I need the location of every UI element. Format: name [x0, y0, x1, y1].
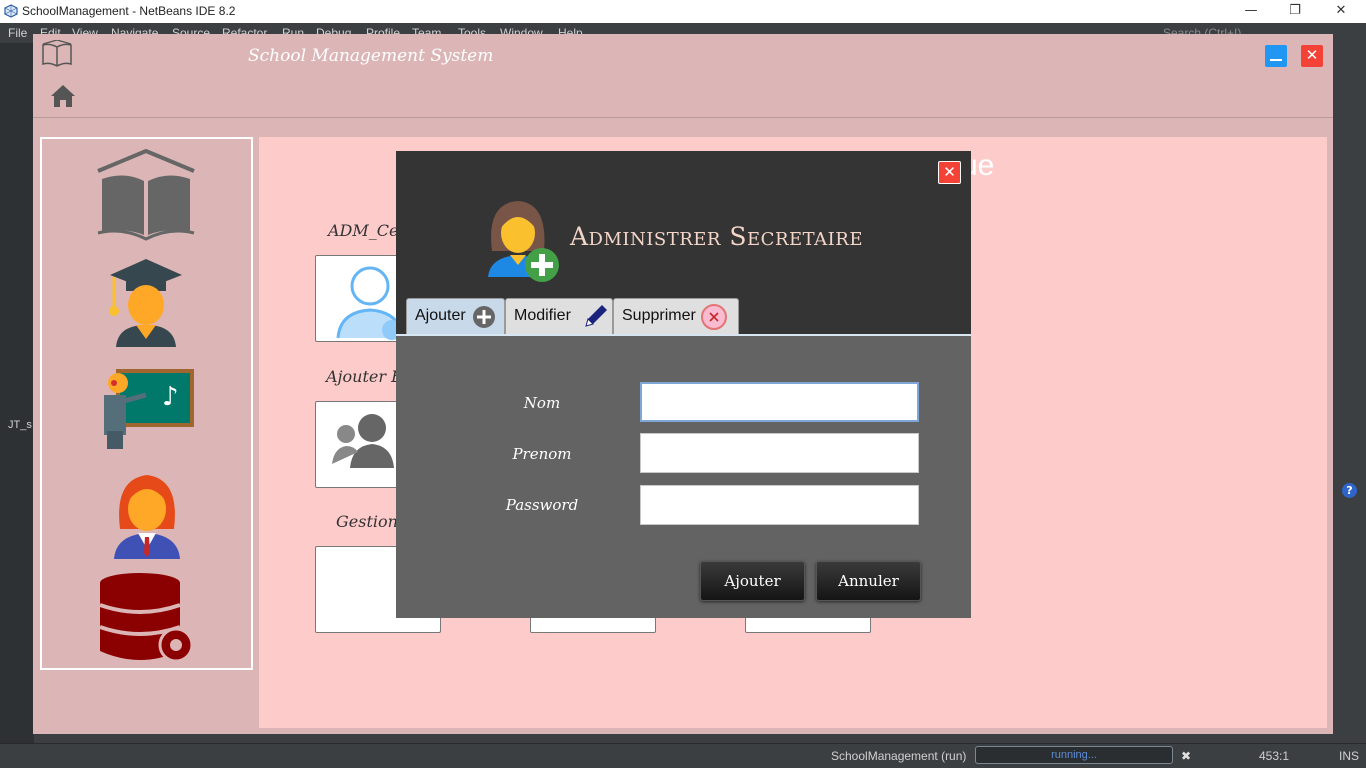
dialog-close-button[interactable]: ✕: [938, 161, 961, 184]
pencil-icon: [585, 305, 607, 327]
prenom-label: Prenom: [512, 445, 572, 463]
app-close-button[interactable]: ✕: [1301, 45, 1323, 67]
tab-ajouter[interactable]: Ajouter: [406, 298, 505, 334]
status-caret-position: 453:1: [1259, 749, 1290, 763]
tab-ajouter-label: Ajouter: [415, 307, 466, 324]
svg-text:♪: ♪: [162, 382, 179, 412]
library-book-icon[interactable]: [94, 149, 198, 241]
ide-right-panel: ?: [1333, 43, 1366, 743]
secretary-woman-icon[interactable]: [112, 471, 182, 559]
tab-supprimer-label: Supprimer: [622, 307, 696, 324]
ide-minimize-button[interactable]: —: [1228, 0, 1274, 23]
add-secretary-icon: [488, 201, 559, 282]
menu-file[interactable]: File: [8, 26, 27, 40]
graduate-student-icon[interactable]: [106, 253, 186, 347]
prenom-field[interactable]: [640, 433, 919, 473]
app-title: School Management System: [248, 46, 494, 66]
app-header: School Management System ✕: [33, 34, 1333, 118]
ide-window-title: SchoolManagement - NetBeans IDE 8.2: [22, 4, 236, 18]
status-insert-mode: INS: [1339, 749, 1360, 763]
nom-label: Nom: [523, 394, 561, 412]
card-label-adm: ADM_Ce: [328, 221, 399, 240]
ide-close-button[interactable]: ✕: [1318, 0, 1364, 23]
secretaire-dialog: ✕ Administrer Secretaire Ajouter Modifie…: [396, 151, 971, 618]
task-progress-bar[interactable]: running...: [975, 746, 1173, 764]
ajouter-button[interactable]: Ajouter: [700, 561, 805, 601]
dialog-header: ✕ Administrer Secretaire Ajouter Modifie…: [396, 151, 971, 336]
book-logo-icon: [42, 40, 72, 67]
database-settings-icon[interactable]: [96, 571, 200, 667]
annuler-button[interactable]: Annuler: [816, 561, 921, 601]
ide-project-panel: JT_s: [0, 43, 34, 743]
netbeans-logo-icon: [4, 4, 18, 18]
ide-panel-label: JT_s: [8, 419, 32, 431]
app-minimize-button[interactable]: [1265, 45, 1287, 67]
help-icon[interactable]: ?: [1342, 483, 1357, 498]
teacher-board-icon[interactable]: ♪: [98, 365, 194, 449]
status-project: SchoolManagement (run): [831, 749, 967, 763]
dialog-title: Administrer Secretaire: [570, 222, 863, 251]
tab-underline: [396, 334, 971, 336]
password-field[interactable]: [640, 485, 919, 525]
tab-modifier-label: Modifier: [514, 307, 571, 324]
home-icon[interactable]: [50, 84, 76, 108]
tab-modifier[interactable]: Modifier: [505, 298, 613, 334]
tab-supprimer[interactable]: Supprimer: [613, 298, 739, 334]
plus-circle-icon: [473, 306, 495, 328]
user-admin-icon: [336, 266, 404, 340]
remove-circle-icon: [701, 304, 727, 330]
cancel-task-icon[interactable]: ✖: [1181, 749, 1191, 763]
nom-field[interactable]: [640, 382, 919, 422]
password-label: Password: [505, 496, 579, 514]
ide-restore-button[interactable]: ❐: [1272, 0, 1318, 23]
ide-titlebar: SchoolManagement - NetBeans IDE 8.2 — ❐ …: [0, 0, 1366, 23]
app-sidebar: ♪: [40, 137, 253, 670]
